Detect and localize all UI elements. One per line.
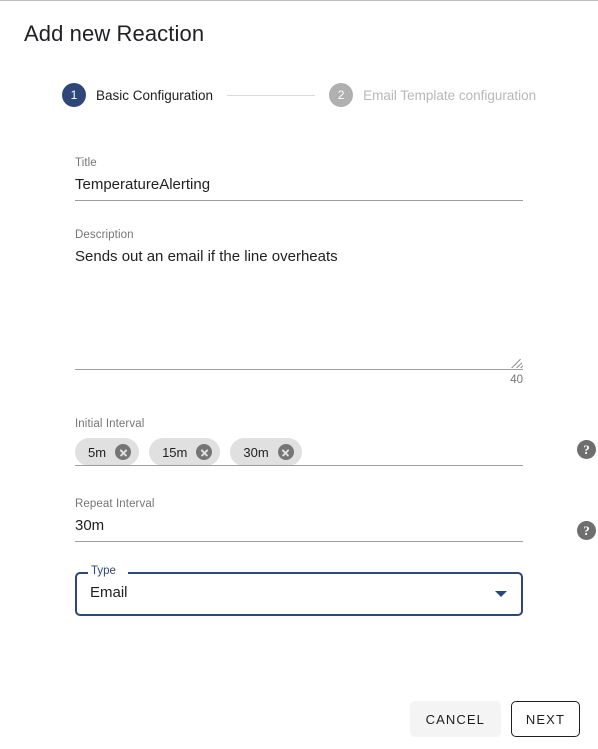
step-label-email-template-configuration: Email Template configuration <box>363 87 537 103</box>
add-reaction-dialog: Add new Reaction 1 Basic Configuration 2… <box>0 0 598 749</box>
chip-15m[interactable]: 15m <box>149 438 221 466</box>
stepper-step-basic-configuration[interactable]: 1 Basic Configuration <box>62 83 213 107</box>
title-input-underline <box>75 200 523 201</box>
chip-5m[interactable]: 5m <box>75 438 140 466</box>
chip-label: 15m <box>162 444 188 460</box>
title-input[interactable]: TemperatureAlerting <box>75 170 523 196</box>
help-icon[interactable]: ? <box>577 521 596 540</box>
description-textarea[interactable]: Sends out an email if the line overheats <box>75 242 523 268</box>
chip-remove-icon[interactable] <box>277 444 294 460</box>
type-select-value: Email <box>90 584 128 601</box>
stepper-step-email-template-configuration[interactable]: 2 Email Template configuration <box>329 83 536 107</box>
chip-remove-icon[interactable] <box>196 444 213 460</box>
description-textarea-underline <box>75 369 523 370</box>
step-number-badge-1: 1 <box>62 83 86 107</box>
cancel-button[interactable]: CANCEL <box>409 701 501 737</box>
initial-interval-chip-list: 5m 15m 30m <box>75 431 523 467</box>
type-select-outline <box>75 572 523 616</box>
next-button[interactable]: NEXT <box>510 701 580 737</box>
dialog-footer: CANCEL NEXT <box>409 701 580 737</box>
chip-remove-icon[interactable] <box>115 444 132 460</box>
reaction-form: Title TemperatureAlerting Description Se… <box>75 156 596 616</box>
repeat-interval-field-group: Repeat Interval 30m ? <box>75 497 596 545</box>
stepper-connector <box>227 94 316 96</box>
title-field-group: Title TemperatureAlerting <box>75 156 523 204</box>
step-number-badge-2: 2 <box>329 83 354 107</box>
step-label-basic-configuration: Basic Configuration <box>96 87 214 103</box>
chevron-down-icon[interactable] <box>495 591 507 597</box>
chip-label: 5m <box>88 444 107 460</box>
type-select[interactable]: Type Email <box>75 565 523 616</box>
page-title: Add new Reaction <box>24 21 205 46</box>
description-field-label: Description <box>75 229 134 241</box>
repeat-interval-input[interactable]: 30m <box>75 511 523 537</box>
initial-interval-underline <box>75 465 523 466</box>
type-select-label: Type <box>91 565 116 577</box>
repeat-interval-underline <box>75 541 523 542</box>
title-field-label: Title <box>75 157 97 169</box>
description-character-counter: 40 <box>510 374 523 386</box>
description-field-group: Description Sends out an email if the li… <box>75 228 523 386</box>
chip-30m[interactable]: 30m <box>230 438 302 466</box>
chip-label: 30m <box>243 444 269 460</box>
initial-interval-field-group: Initial Interval 5m 15m 30m ? <box>75 417 596 471</box>
repeat-interval-field-label: Repeat Interval <box>75 498 155 510</box>
initial-interval-field-label: Initial Interval <box>75 418 145 430</box>
resize-handle-icon[interactable] <box>511 356 523 368</box>
stepper: 1 Basic Configuration 2 Email Template c… <box>62 83 536 107</box>
help-icon[interactable]: ? <box>577 440 596 459</box>
